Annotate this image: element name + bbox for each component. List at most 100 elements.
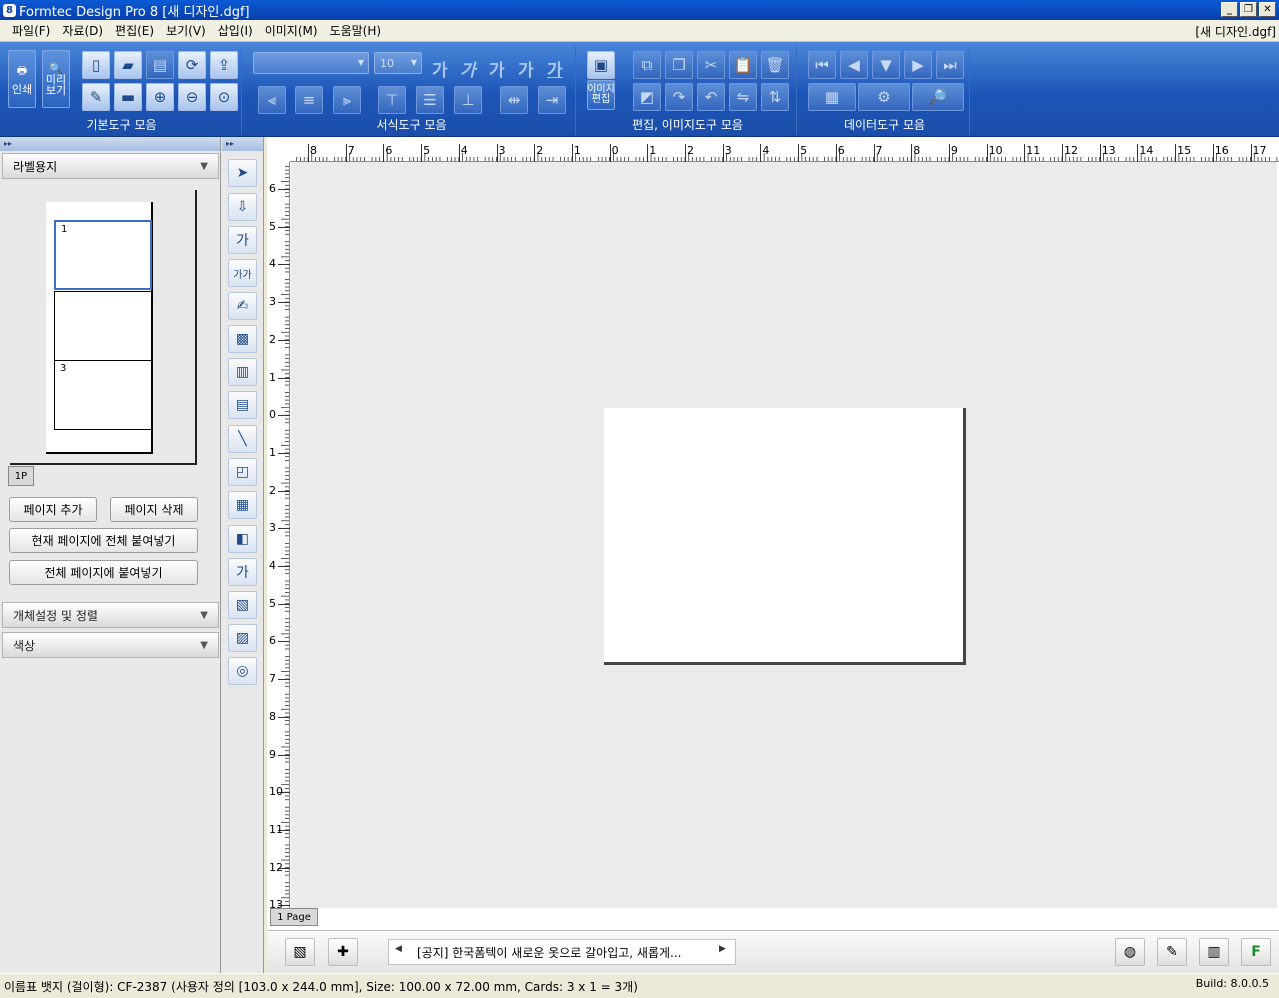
align-center-button[interactable]: ≡ — [295, 86, 323, 114]
align-left-button[interactable]: ⫷ — [258, 86, 286, 114]
layer-button[interactable]: ◩ — [633, 83, 661, 111]
canvas-page-tab[interactable]: 1 Page — [270, 908, 318, 926]
flip-vertical-button[interactable]: ⇅ — [761, 83, 789, 111]
outline-icon[interactable]: 가 — [489, 56, 505, 81]
insert-object-icon: ⇩ — [236, 199, 249, 215]
label-cell-3[interactable]: 3 — [54, 360, 152, 430]
zoom-in-button[interactable]: ⊕ — [146, 83, 174, 111]
flip-horizontal-button[interactable]: ⇋ — [729, 83, 757, 111]
image-code-button[interactable]: ▧ — [285, 938, 315, 966]
data-prev-button[interactable]: ◀ — [840, 51, 868, 79]
menu-edit[interactable]: 편집(E) — [109, 22, 160, 39]
indent-button[interactable]: ⇥ — [538, 86, 566, 114]
image-edit-button[interactable]: 이미지 편집 — [587, 80, 615, 110]
font-size-combo[interactable]: 10 ▼ — [374, 52, 422, 74]
page-tab[interactable]: 1P — [8, 466, 34, 486]
italic-icon[interactable]: 가 — [460, 56, 476, 81]
menu-data[interactable]: 자료(D) — [56, 22, 109, 39]
text-tool[interactable]: 가 — [228, 226, 257, 254]
delete-page-button[interactable]: 페이지 삭제 — [110, 497, 198, 522]
menu-insert[interactable]: 삽입(I) — [212, 22, 259, 39]
add-item-button[interactable]: ✚ — [328, 938, 358, 966]
paste-button[interactable]: 📋 — [729, 51, 757, 79]
image-code-tool[interactable]: ▧ — [228, 591, 257, 619]
data-next-button[interactable]: ▶ — [904, 51, 932, 79]
color-header[interactable]: 색상 ▼ — [2, 632, 219, 658]
serial-number-tool[interactable]: ▤ — [228, 391, 257, 419]
spacing-button[interactable]: ⇹ — [500, 86, 528, 114]
export-button[interactable]: ⇪ — [210, 51, 238, 79]
multi-text-tool[interactable]: 가가 — [228, 259, 257, 287]
picture-tool[interactable]: ▨ — [228, 624, 257, 652]
label-cell-2[interactable] — [54, 291, 152, 361]
label-paper-header[interactable]: 라벨용지 ▼ — [2, 153, 219, 179]
copy-button[interactable]: ⧉ — [633, 51, 661, 79]
shop-button[interactable]: ▥ — [1199, 938, 1229, 966]
undo-button[interactable]: ↶ — [697, 83, 725, 111]
text-style-tool[interactable]: ✍ — [228, 292, 257, 320]
minimize-button[interactable]: _ — [1221, 2, 1238, 17]
add-page-button[interactable]: 페이지 추가 — [9, 497, 97, 522]
folder-button[interactable]: ▬ — [114, 83, 142, 111]
formtec-button[interactable]: F — [1241, 938, 1271, 966]
duplicate-button[interactable]: ❐ — [665, 51, 693, 79]
bold-icon[interactable]: 가 — [432, 56, 448, 81]
barcode-tool[interactable]: ▥ — [228, 358, 257, 386]
table-tool[interactable]: ▦ — [228, 491, 257, 519]
disc-label-tool[interactable]: ◎ — [228, 657, 257, 685]
zoom-out-button[interactable]: ⊖ — [178, 83, 206, 111]
print-button[interactable]: 🖶 인쇄 — [8, 50, 36, 108]
prev-notice-icon[interactable]: ◀ — [395, 944, 409, 954]
cut-button[interactable]: ✂ — [697, 51, 725, 79]
web-button[interactable]: ◍ — [1115, 938, 1145, 966]
label-design-surface[interactable] — [604, 408, 966, 665]
new-doc-button[interactable]: ▯ — [82, 51, 110, 79]
save-button[interactable]: ▤ — [146, 51, 174, 79]
refresh-button[interactable]: ⟳ — [178, 51, 206, 79]
open-button[interactable]: ▰ — [114, 51, 142, 79]
underline-icon[interactable]: 가 — [547, 56, 563, 81]
align-right-button[interactable]: ⫸ — [333, 86, 361, 114]
preview-button[interactable]: 🔍 미리 보기 — [42, 50, 70, 108]
restore-button[interactable]: ❐ — [1240, 2, 1257, 17]
paste-all-pages-button[interactable]: 전체 페이지에 붙여넣기 — [9, 560, 198, 585]
align-top-button[interactable]: ⊤ — [378, 86, 406, 114]
shadow-icon[interactable]: 가 — [518, 56, 534, 81]
data-search-button[interactable]: 🔎 — [912, 83, 964, 111]
select-tool[interactable]: ➤ — [228, 159, 257, 187]
qr-code-tool[interactable]: ▩ — [228, 325, 257, 353]
notice-ticker[interactable]: ◀ [공지] 한국폼텍이 새로운 옷으로 갈아입고, 새롭게... ▶ — [388, 939, 736, 965]
font-name-combo[interactable]: ▼ — [253, 52, 369, 74]
align-middle-button[interactable]: ☰ — [416, 86, 444, 114]
gradient-tool[interactable]: ◧ — [228, 525, 257, 553]
paste-all-current-button[interactable]: 현재 페이지에 전체 붙여넣기 — [9, 528, 198, 553]
menu-file[interactable]: 파일(F) — [6, 22, 56, 39]
zoom-fit-button[interactable]: ⊙ — [210, 83, 238, 111]
label-cell-1[interactable]: 1 — [54, 220, 152, 290]
edit-doc-button[interactable]: ✎ — [82, 83, 110, 111]
menu-image[interactable]: 이미지(M) — [259, 22, 324, 39]
ruler-major-tick — [278, 716, 290, 718]
menu-view[interactable]: 보기(V) — [160, 22, 212, 39]
menu-help[interactable]: 도움말(H) — [324, 22, 388, 39]
redo-button[interactable]: ↷ — [665, 83, 693, 111]
tools-collapse-strip[interactable]: ▸▸ — [222, 137, 263, 151]
line-icon: ╲ — [238, 431, 247, 447]
line-tool[interactable]: ╲ — [228, 425, 257, 453]
art-text-tool[interactable]: 가 — [228, 558, 257, 586]
panel-collapse-strip[interactable]: ▸▸ — [0, 137, 220, 151]
next-notice-icon[interactable]: ▶ — [719, 944, 733, 954]
close-button[interactable]: ✕ — [1259, 2, 1276, 17]
data-settings-button[interactable]: ⚙ — [858, 83, 910, 111]
object-settings-header[interactable]: 개체설정 및 정렬 ▼ — [2, 602, 219, 628]
shape-tool[interactable]: ◰ — [228, 458, 257, 486]
data-first-button[interactable]: ⏮ — [808, 51, 836, 79]
align-bottom-button[interactable]: ⊥ — [454, 86, 482, 114]
insert-object-tool[interactable]: ⇩ — [228, 193, 257, 221]
data-last-button[interactable]: ⏭ — [936, 51, 964, 79]
data-current-button[interactable]: ▼ — [872, 51, 900, 79]
delete-button[interactable]: 🗑 — [761, 51, 789, 79]
image-button[interactable]: ▣ — [587, 51, 615, 79]
data-table-button[interactable]: ▦ — [808, 83, 856, 111]
memo-button[interactable]: ✎ — [1157, 938, 1187, 966]
